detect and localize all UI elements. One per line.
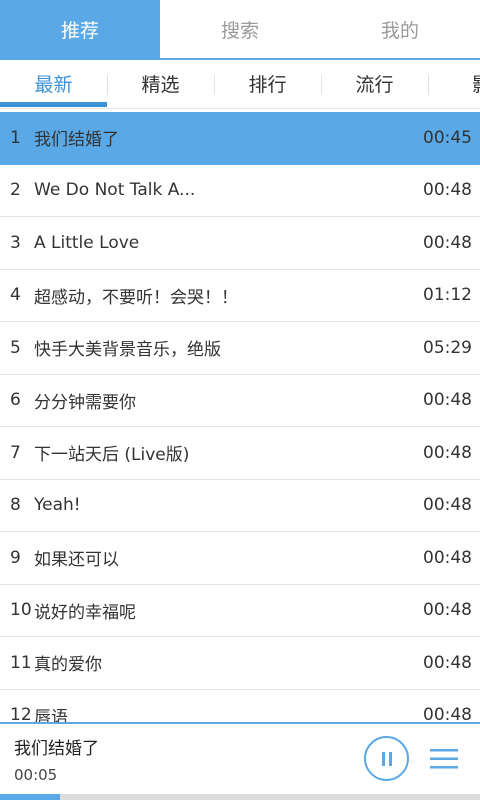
playback-progress-bar[interactable] bbox=[0, 794, 480, 800]
song-duration: 00:48 bbox=[423, 442, 472, 463]
song-number: 12 bbox=[10, 705, 32, 722]
song-duration: 05:29 bbox=[423, 337, 472, 358]
song-row[interactable]: 4 超感动，不要听！会哭！！ 01:12 bbox=[0, 270, 480, 322]
song-duration: 00:48 bbox=[423, 600, 472, 621]
song-title: 我们结婚了 bbox=[34, 130, 119, 151]
song-title: 超感动，不要听！会哭！！ bbox=[34, 287, 238, 308]
song-number: 10 bbox=[10, 600, 32, 621]
tab-mine-label: 我的 bbox=[380, 19, 419, 42]
song-duration: 00:48 bbox=[423, 180, 472, 201]
song-title: A Little Love bbox=[34, 232, 140, 253]
song-row[interactable]: 8 Yeah! 00:48 bbox=[0, 480, 480, 532]
category-tab-movie[interactable]: 影 bbox=[428, 62, 480, 108]
song-duration: 00:48 bbox=[423, 705, 472, 722]
song-number: 4 bbox=[10, 285, 21, 306]
song-duration: 00:48 bbox=[423, 652, 472, 673]
song-row[interactable]: 11 真的爱你 00:48 bbox=[0, 637, 480, 690]
song-row[interactable]: 9 如果还可以 00:48 bbox=[0, 532, 480, 585]
song-row[interactable]: 7 下一站天后 (Live版) 00:48 bbox=[0, 427, 480, 480]
song-duration: 00:48 bbox=[423, 495, 472, 516]
song-title: Yeah! bbox=[34, 495, 81, 516]
song-duration: 00:48 bbox=[423, 390, 472, 411]
now-playing-title: 我们结婚了 bbox=[14, 739, 99, 759]
song-title: We Do Not Talk A... bbox=[34, 180, 196, 201]
song-number: 1 bbox=[10, 127, 21, 148]
song-row[interactable]: 10 说好的幸福呢 00:48 bbox=[0, 585, 480, 637]
song-title: 真的爱你 bbox=[34, 655, 102, 676]
song-number: 3 bbox=[10, 232, 21, 253]
song-number: 9 bbox=[10, 547, 21, 568]
pause-icon bbox=[381, 751, 392, 766]
song-number: 7 bbox=[10, 442, 21, 463]
divider bbox=[0, 108, 480, 109]
song-title: 下一站天后 (Live版) bbox=[34, 445, 190, 466]
song-duration: 00:45 bbox=[423, 127, 472, 148]
song-number: 2 bbox=[10, 180, 21, 201]
song-row[interactable]: 6 分分钟需要你 00:48 bbox=[0, 375, 480, 427]
song-number: 11 bbox=[10, 652, 32, 673]
song-title: 快手大美背景音乐，绝版 bbox=[34, 340, 221, 361]
song-list: 1 我们结婚了 00:45 2 We Do Not Talk A... 00:48 3 A L… bbox=[0, 112, 480, 722]
song-row[interactable]: 12 唇语 00:48 bbox=[0, 690, 480, 722]
song-row[interactable]: 2 We Do Not Talk A... 00:48 bbox=[0, 165, 480, 217]
category-tab-bar: 最新 精选 排行 流行 影 bbox=[0, 62, 480, 110]
category-tab-featured[interactable]: 精选 bbox=[107, 62, 214, 108]
song-title: 唇语 bbox=[34, 707, 68, 722]
song-row[interactable]: 5 快手大美背景音乐，绝版 05:29 bbox=[0, 322, 480, 375]
pause-button[interactable] bbox=[364, 736, 409, 781]
playlist-menu-button[interactable] bbox=[428, 744, 460, 774]
song-duration: 00:48 bbox=[423, 547, 472, 568]
player-bar: 我们结婚了 00:05 bbox=[0, 722, 480, 800]
tab-recommend[interactable]: 推荐 bbox=[0, 0, 160, 58]
tab-search-label: 搜索 bbox=[220, 19, 259, 42]
song-title: 分分钟需要你 bbox=[34, 392, 136, 413]
song-title: 说好的幸福呢 bbox=[34, 602, 136, 623]
song-row[interactable]: 1 我们结婚了 00:45 bbox=[0, 112, 480, 165]
song-title: 如果还可以 bbox=[34, 550, 119, 571]
playback-progress-fill bbox=[0, 794, 60, 800]
menu-icon bbox=[430, 749, 458, 769]
top-tab-bar: 推荐 搜索 我的 bbox=[0, 0, 480, 60]
song-number: 5 bbox=[10, 337, 21, 358]
tab-search[interactable]: 搜索 bbox=[160, 0, 320, 58]
tab-recommend-label: 推荐 bbox=[60, 19, 99, 42]
song-duration: 01:12 bbox=[423, 285, 472, 306]
song-number: 8 bbox=[10, 495, 21, 516]
song-number: 6 bbox=[10, 390, 21, 411]
category-tab-popular[interactable]: 流行 bbox=[321, 62, 428, 108]
category-tab-ranking[interactable]: 排行 bbox=[214, 62, 321, 108]
current-time: 00:05 bbox=[14, 766, 58, 784]
active-category-indicator bbox=[0, 102, 107, 107]
song-duration: 00:48 bbox=[423, 232, 472, 253]
tab-mine[interactable]: 我的 bbox=[320, 0, 480, 58]
song-row[interactable]: 3 A Little Love 00:48 bbox=[0, 217, 480, 270]
